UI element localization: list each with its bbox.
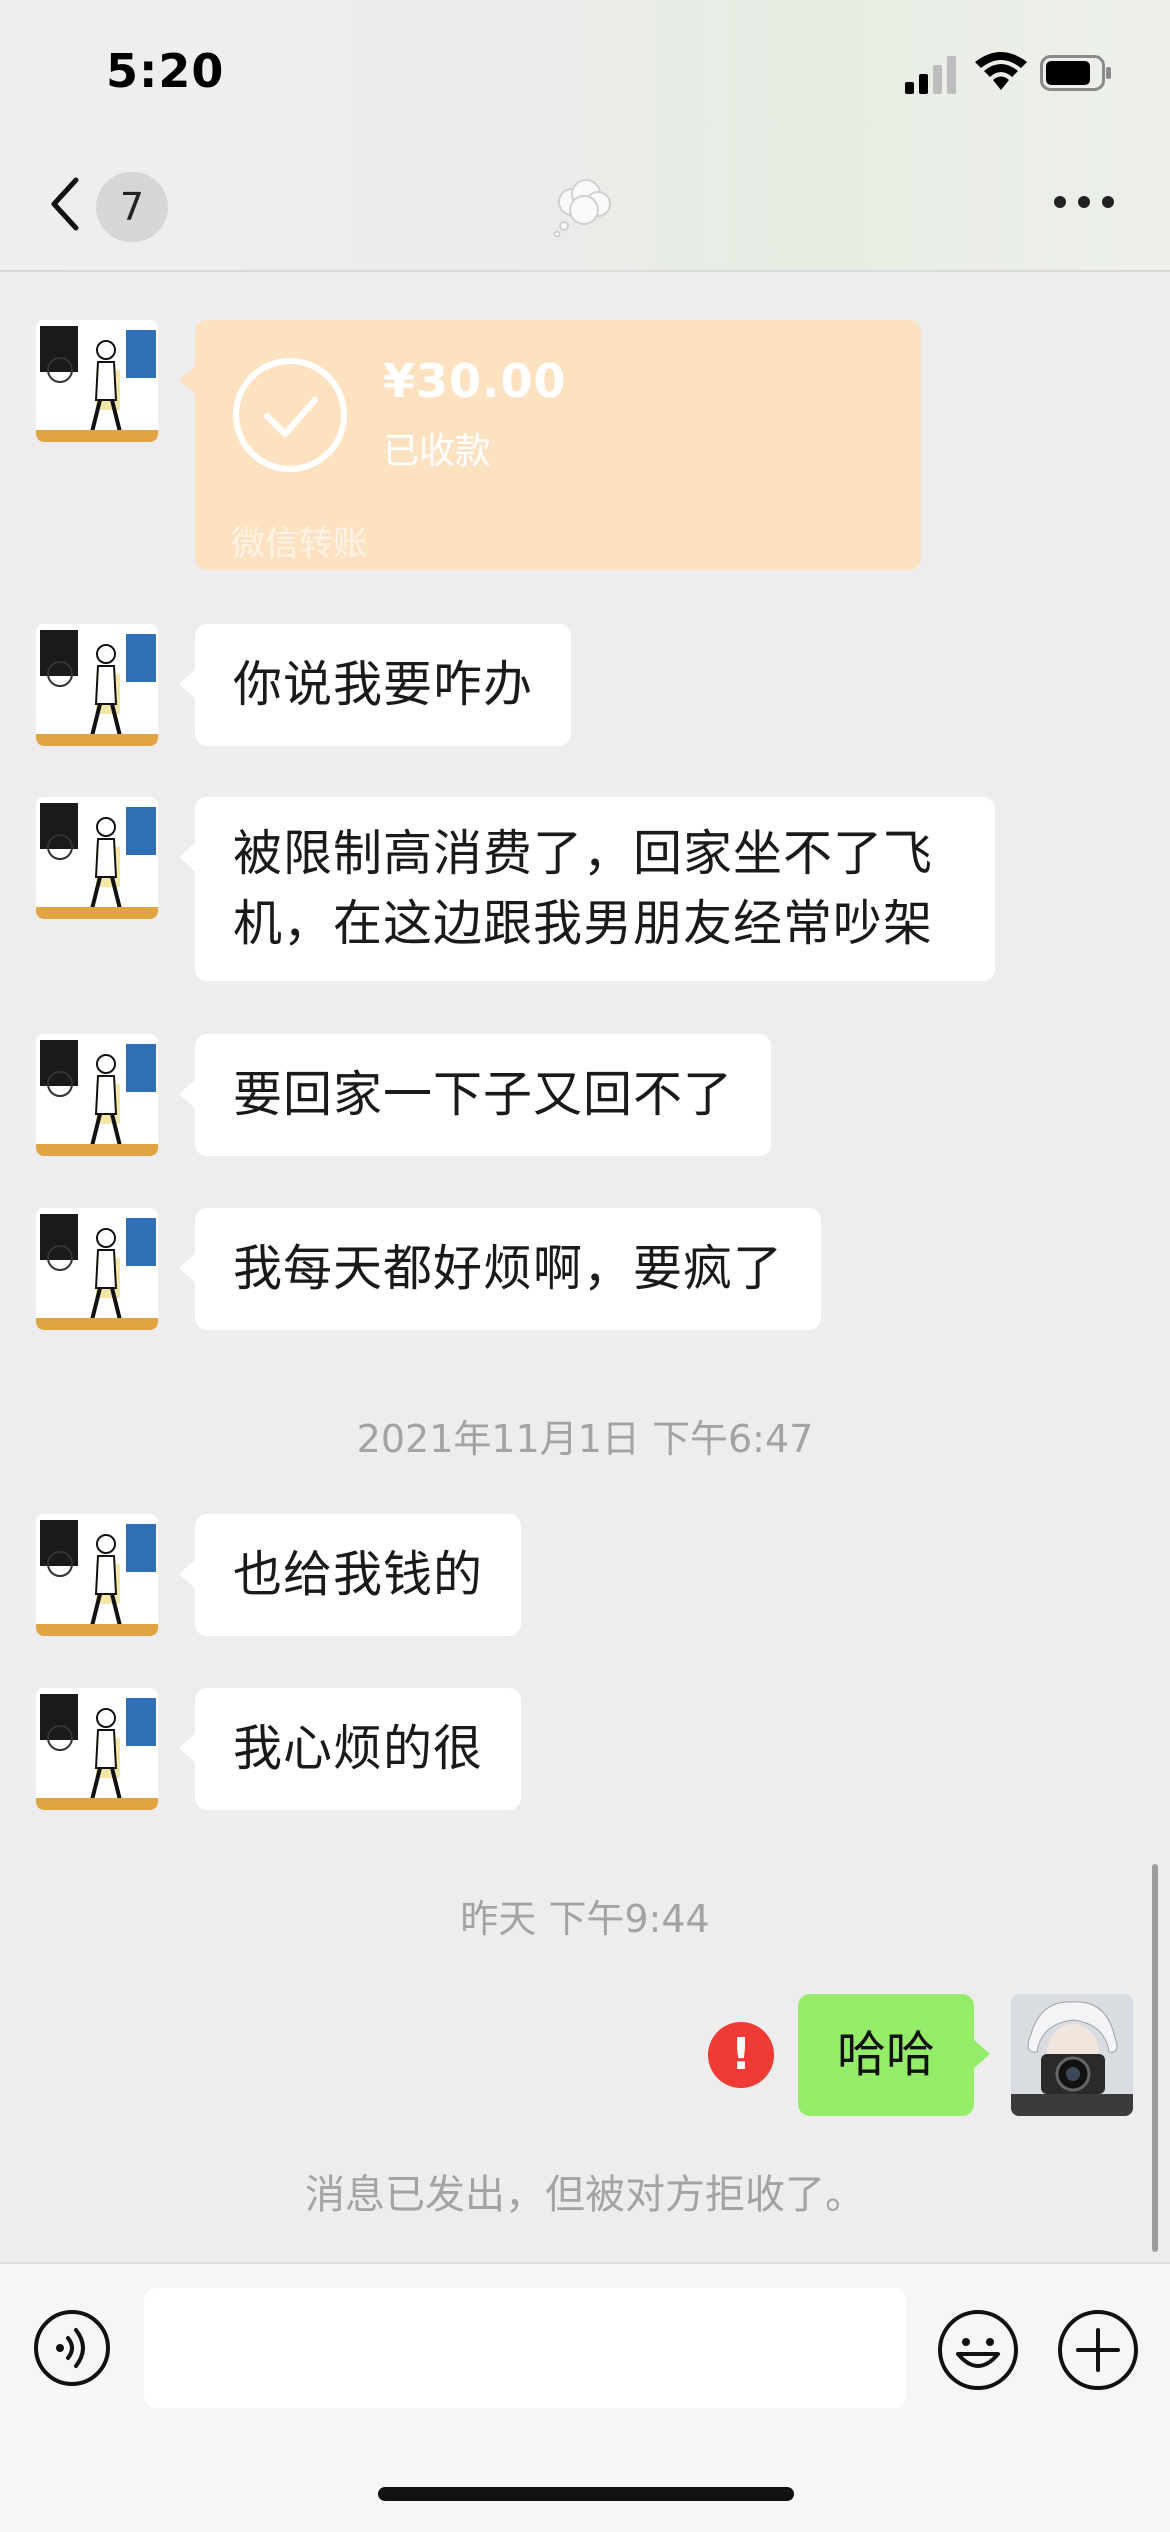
message-input[interactable]	[144, 2288, 906, 2408]
sent-message[interactable]: 哈哈	[798, 1994, 990, 2116]
home-indicator	[378, 2487, 794, 2501]
transfer-amount: ¥30.00	[383, 354, 567, 408]
received-message[interactable]: 我心烦的很	[178, 1688, 522, 1810]
transfer-status: 已收款	[383, 431, 492, 472]
transfer-card[interactable]: ¥30.00 已收款 微信转账	[179, 320, 921, 570]
contact-avatar[interactable]	[36, 320, 158, 442]
top-bar: 5:20 7	[0, 0, 1170, 272]
send-failed-icon[interactable]: !	[708, 2022, 774, 2088]
battery-icon	[1040, 55, 1111, 91]
plus-icon[interactable]	[1056, 2308, 1140, 2392]
voice-input-icon[interactable]	[32, 2308, 112, 2388]
transfer-label: 微信转账	[231, 524, 367, 564]
more-options-icon[interactable]	[1054, 196, 1114, 212]
unread-count-badge[interactable]: 7	[96, 172, 168, 242]
received-message[interactable]: 要回家一下子又回不了	[178, 1034, 772, 1156]
chat-timestamp: 昨天 下午9:44	[460, 1897, 710, 1941]
emoji-icon[interactable]	[936, 2308, 1020, 2392]
contact-avatar[interactable]	[36, 1208, 158, 1330]
contact-avatar[interactable]	[36, 624, 158, 746]
received-message[interactable]: 你说我要咋办	[178, 624, 572, 746]
received-message[interactable]: 我每天都好烦啊，要疯了	[178, 1208, 822, 1330]
wifi-icon	[975, 52, 1027, 90]
contact-avatar[interactable]	[36, 797, 158, 919]
thought-bubble-icon	[553, 179, 611, 238]
rejected-notice: 消息已发出，但被对方拒收了。	[305, 2172, 865, 2218]
contact-avatar[interactable]	[36, 1688, 158, 1810]
contact-avatar[interactable]	[36, 1034, 158, 1156]
contact-avatar[interactable]	[36, 1514, 158, 1636]
status-time: 5:20	[106, 44, 225, 98]
check-circle-icon	[233, 358, 347, 472]
back-chevron-icon[interactable]	[40, 168, 90, 238]
scrollbar[interactable]	[1152, 1864, 1158, 2252]
my-avatar[interactable]	[1011, 1994, 1133, 2116]
chat-timestamp: 2021年11月1日 下午6:47	[356, 1417, 814, 1461]
received-message[interactable]: 也给我钱的	[178, 1514, 522, 1636]
cellular-signal-icon	[905, 56, 956, 94]
received-message[interactable]: 被限制高消费了，回家坐不了飞机，在这边跟我男朋友经常吵架	[179, 797, 995, 981]
